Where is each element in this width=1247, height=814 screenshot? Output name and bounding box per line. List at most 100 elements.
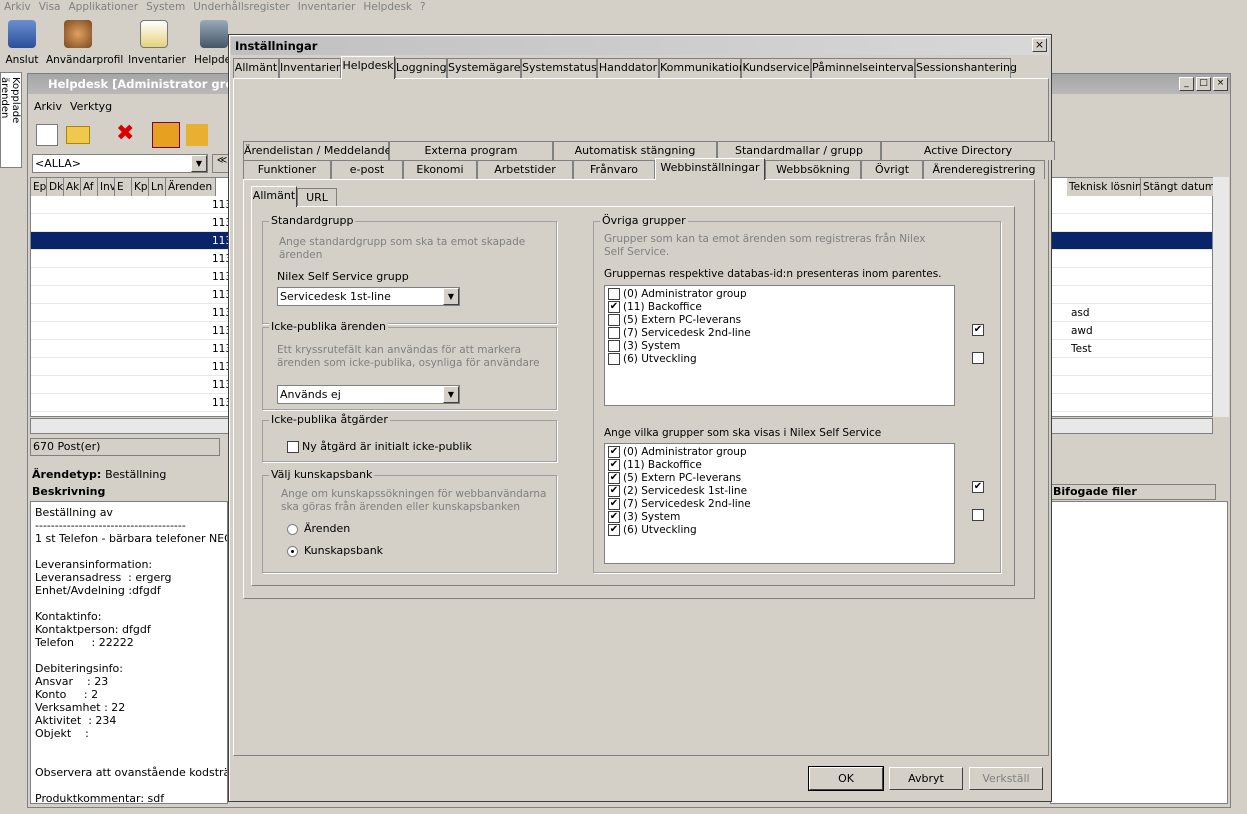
top-tab-8[interactable]: Kundservice (741, 58, 811, 78)
grid-vscroll[interactable] (1213, 177, 1229, 417)
sub-tab-r1-0[interactable]: Ärendelistan / Meddelanden (243, 141, 398, 160)
connect-icon[interactable] (8, 20, 36, 48)
delete-icon[interactable]: ✖ (116, 122, 140, 146)
toolbar-helpdesk[interactable]: Helpde (194, 54, 228, 66)
menu-7[interactable]: ? (420, 1, 426, 13)
groups-list-2-checkbox[interactable]: ✔ (608, 524, 620, 536)
grid-header-0[interactable]: Ep (31, 178, 47, 196)
grid-header-8[interactable]: Ärenden (166, 178, 216, 196)
sub-tab-r2-1[interactable]: e-post (331, 160, 403, 179)
groups-list-1-checkbox[interactable] (608, 353, 620, 365)
radio-arenden[interactable]: Ärenden (287, 522, 350, 535)
top-tab-2[interactable]: Helpdesk (341, 56, 395, 79)
inner-tab-0[interactable]: Allmänt (251, 186, 297, 207)
groups-list-2-item[interactable]: ✔ (2) Servicedesk 1st-line (608, 485, 951, 498)
groups-list-2-item[interactable]: ✔ (11) Backoffice (608, 459, 951, 472)
minimize-button[interactable]: _ (1179, 77, 1194, 91)
package-icon[interactable] (152, 122, 180, 148)
radio-arenden-dot[interactable] (287, 523, 298, 535)
sub-tab-r2-6[interactable]: Webbsökning (765, 160, 861, 179)
sub-tab-r2-8[interactable]: Ärenderegistrering (923, 160, 1045, 179)
sub-tab-r1-1[interactable]: Externa program (389, 141, 553, 160)
grid-header-5[interactable]: E (115, 178, 132, 196)
child-menu-arkiv[interactable]: Arkiv (34, 100, 62, 113)
groups-list-2-checkbox[interactable]: ✔ (608, 511, 620, 523)
toolbar-user-profile[interactable]: Användarprofil (46, 54, 123, 66)
groups-list-2[interactable]: ✔ (0) Administrator group ✔ (11) Backoffice… (604, 443, 955, 564)
groups-list-2-item[interactable]: ✔ (0) Administrator group (608, 446, 951, 459)
grid-header-stangt[interactable]: Stängt datum (1141, 178, 1214, 196)
list2-uncheck-all[interactable] (972, 509, 984, 521)
ok-button[interactable]: OK (808, 766, 884, 791)
folder-icon[interactable] (66, 126, 90, 144)
maximize-button[interactable]: □ (1196, 77, 1211, 91)
inner-tab-1[interactable]: URL (297, 188, 337, 207)
top-tab-7[interactable]: Kommunikation (659, 58, 746, 78)
radio-kunskapsbank[interactable]: Kunskapsbank (287, 544, 383, 557)
radio-kunskapsbank-dot[interactable] (287, 545, 298, 557)
menu-3[interactable]: System (146, 1, 185, 13)
groups-list-1-checkbox[interactable] (608, 288, 620, 300)
grid-header-3[interactable]: Af (81, 178, 98, 196)
package-add-icon[interactable] (186, 124, 208, 146)
top-tab-5[interactable]: Systemstatus (521, 58, 597, 78)
toolbar-connect[interactable]: Anslut (4, 54, 40, 66)
attachments-list[interactable] (1050, 501, 1228, 804)
toolbar-inventory[interactable]: Inventarier (128, 54, 186, 66)
sub-tab-r2-0[interactable]: Funktioner (243, 160, 331, 179)
groups-list-2-checkbox[interactable]: ✔ (608, 472, 620, 484)
icke-publika-select[interactable]: Används ej ▼ (277, 385, 460, 404)
groups-list-1[interactable]: (0) Administrator group ✔ (11) Backoffice(… (604, 285, 955, 406)
sub-tab-r2-7[interactable]: Övrigt (861, 160, 923, 179)
groups-list-2-checkbox[interactable]: ✔ (608, 485, 620, 497)
helpdesk-icon[interactable] (200, 20, 228, 48)
self-service-group-select[interactable]: Servicedesk 1st-line ▼ (277, 287, 460, 306)
cancel-button[interactable]: Avbryt (889, 767, 963, 790)
grid-header-6[interactable]: Kp (132, 178, 149, 196)
groups-list-2-item[interactable]: ✔ (7) Servicedesk 2nd-line (608, 498, 951, 511)
groups-list-2-item[interactable]: ✔ (5) Extern PC-leverans (608, 472, 951, 485)
inventory-icon[interactable] (140, 20, 168, 48)
sub-tab-r2-3[interactable]: Arbetstider (477, 160, 573, 179)
linked-cases-tab[interactable]: Kopplade ärenden (0, 72, 22, 168)
groups-list-1-checkbox[interactable] (608, 314, 620, 326)
groups-list-1-item[interactable]: (0) Administrator group (608, 288, 951, 301)
groups-list-2-checkbox[interactable]: ✔ (608, 498, 620, 510)
child-menu-verktyg[interactable]: Verktyg (70, 100, 112, 113)
groups-list-2-item[interactable]: ✔ (6) Utveckling (608, 524, 951, 537)
top-tab-0[interactable]: Allmänt (233, 58, 279, 78)
list1-uncheck-all[interactable] (972, 352, 984, 364)
sub-tab-r2-4[interactable]: Frånvaro (573, 160, 655, 179)
grid-header-2[interactable]: Ak (64, 178, 81, 196)
groups-list-1-checkbox[interactable] (608, 340, 620, 352)
description-box[interactable]: Beställning av -------------------------… (30, 501, 228, 804)
menu-6[interactable]: Helpdesk (363, 1, 412, 13)
top-tab-10[interactable]: Sessionshantering (915, 58, 1017, 78)
groups-list-2-item[interactable]: ✔ (3) System (608, 511, 951, 524)
dialog-close-button[interactable]: × (1032, 38, 1047, 52)
user-profile-icon[interactable] (64, 20, 92, 48)
grid-header-4[interactable]: Inv (98, 178, 115, 196)
top-tab-1[interactable]: Inventarier (279, 58, 341, 78)
sub-tab-r2-2[interactable]: Ekonomi (403, 160, 477, 179)
top-tab-4[interactable]: Systemägare (447, 58, 521, 78)
menu-1[interactable]: Visa (39, 1, 61, 13)
sub-tab-r2-5[interactable]: Webbinställningar (655, 158, 765, 180)
apply-button[interactable]: Verkställ (969, 767, 1043, 790)
menu-2[interactable]: Applikationer (69, 1, 139, 13)
groups-list-1-checkbox[interactable] (608, 327, 620, 339)
filter-select[interactable]: <ALLA> ▼ (32, 154, 208, 173)
grid-header-7[interactable]: Ln (149, 178, 166, 196)
groups-list-1-item[interactable]: (3) System (608, 340, 951, 353)
top-tab-3[interactable]: Loggning (395, 58, 447, 78)
close-button[interactable]: × (1213, 77, 1228, 91)
menu-5[interactable]: Inventarier (298, 1, 356, 13)
groups-list-2-checkbox[interactable]: ✔ (608, 459, 620, 471)
groups-list-2-checkbox[interactable]: ✔ (608, 446, 620, 458)
atgarder-check[interactable] (287, 441, 299, 453)
new-document-icon[interactable] (36, 124, 58, 146)
sub-tab-r1-4[interactable]: Active Directory (881, 141, 1055, 160)
top-tab-6[interactable]: Handdator (597, 58, 659, 78)
atgarder-checkbox[interactable]: Ny åtgärd är initialt icke-publik (287, 440, 472, 453)
menu-0[interactable]: Arkiv (4, 1, 31, 13)
